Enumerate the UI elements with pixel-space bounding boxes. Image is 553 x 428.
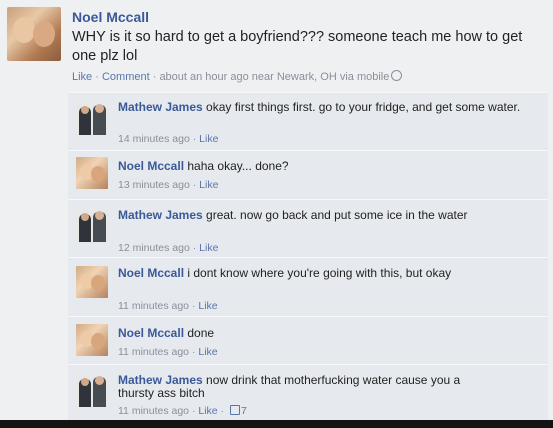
avatar-face	[13, 17, 35, 43]
comment-body: Noel Mccall haha okay... done?	[118, 160, 538, 173]
meta-separator: ·	[217, 405, 227, 417]
facebook-post-screenshot: Noel Mccall WHY is it so hard to get a b…	[0, 0, 553, 420]
comment-body: Mathew James okay first things first. go…	[118, 101, 538, 114]
like-count[interactable]: 7	[241, 405, 247, 417]
comment-timestamp: 11 minutes ago	[118, 405, 190, 417]
comment-like-link[interactable]: Like	[198, 300, 217, 312]
avatar-face	[33, 21, 55, 47]
comment: Noel Mccall done 11 minutes ago · Like	[68, 316, 548, 365]
meta-separator: ·	[149, 71, 160, 83]
comment-meta: 12 minutes ago · Like	[118, 242, 218, 254]
comment-body: Mathew James now drink that motherfuckin…	[118, 374, 478, 400]
meta-separator: ·	[189, 179, 200, 191]
comment-text: done	[184, 326, 215, 340]
comment-body: Noel Mccall done	[118, 327, 538, 340]
noel-mccall-avatar[interactable]	[7, 7, 61, 61]
comment-timestamp: 11 minutes ago	[118, 300, 190, 312]
comment-timestamp: 14 minutes ago	[118, 133, 190, 145]
comment-author-link[interactable]: Mathew James	[118, 373, 203, 387]
globe-icon	[391, 70, 403, 81]
post-comment-link[interactable]: Comment	[102, 71, 150, 83]
comment: Noel Mccall haha okay... done? 13 minute…	[68, 150, 548, 200]
post-like-link[interactable]: Like	[72, 71, 92, 83]
post-author-link[interactable]: Noel Mccall	[72, 9, 149, 25]
mathew-james-avatar[interactable]	[76, 375, 108, 407]
comment-author-link[interactable]: Noel Mccall	[118, 266, 184, 280]
avatar-face	[91, 333, 105, 349]
meta-separator: ·	[189, 405, 199, 417]
comment-like-link[interactable]: Like	[199, 179, 218, 191]
comment-text: okay first things first. go to your frid…	[202, 100, 521, 114]
comment: Mathew James great. now go back and put …	[68, 199, 548, 258]
comment-author-link[interactable]: Mathew James	[118, 208, 203, 222]
comment-timestamp: 13 minutes ago	[118, 179, 190, 191]
noel-mccall-avatar[interactable]	[76, 324, 108, 356]
mathew-james-avatar[interactable]	[76, 103, 108, 135]
comment-author-link[interactable]: Noel Mccall	[118, 326, 184, 340]
comment-body: Mathew James great. now go back and put …	[118, 209, 488, 222]
comment-like-link[interactable]: Like	[199, 133, 218, 145]
bottom-border	[0, 420, 553, 428]
comment-text: haha okay... done?	[184, 159, 289, 173]
meta-separator: ·	[189, 133, 200, 145]
noel-mccall-avatar[interactable]	[76, 157, 108, 189]
comment: Mathew James okay first things first. go…	[68, 92, 548, 151]
noel-mccall-avatar[interactable]	[76, 266, 108, 298]
mathew-james-avatar[interactable]	[76, 210, 108, 242]
comment-meta: 11 minutes ago · Like	[118, 300, 218, 312]
comment-thread: Mathew James okay first things first. go…	[68, 92, 548, 420]
comment-body: Noel Mccall i dont know where you're goi…	[118, 267, 538, 280]
comment-like-link[interactable]: Like	[198, 405, 217, 417]
post-text: WHY is it so hard to get a boyfriend??? …	[72, 29, 523, 64]
thumbs-up-icon[interactable]	[229, 405, 240, 415]
meta-separator: ·	[189, 300, 199, 312]
avatar-figure	[81, 213, 89, 221]
meta-separator: ·	[92, 71, 102, 83]
comment-author-link[interactable]: Mathew James	[118, 100, 203, 114]
comment-text: i dont know where you're going with this…	[184, 266, 452, 280]
avatar-figure	[81, 378, 89, 386]
avatar-face	[91, 166, 105, 182]
comment-author-link[interactable]: Noel Mccall	[118, 159, 184, 173]
comment-timestamp: 11 minutes ago	[118, 346, 190, 358]
comment: Noel Mccall i dont know where you're goi…	[68, 257, 548, 317]
comment-like-link[interactable]: Like	[198, 346, 217, 358]
comment: Mathew James now drink that motherfuckin…	[68, 364, 548, 420]
post-meta: Like · Comment · about an hour ago near …	[72, 70, 403, 83]
avatar-figure	[95, 104, 104, 113]
comment-meta: 13 minutes ago · Like	[118, 179, 218, 191]
avatar-figure	[95, 376, 104, 385]
meta-separator: ·	[189, 242, 200, 254]
status-post: Noel Mccall WHY is it so hard to get a b…	[0, 0, 553, 92]
meta-separator: ·	[189, 346, 199, 358]
comment-text: great. now go back and put some ice in t…	[202, 208, 468, 222]
avatar-figure	[95, 211, 104, 220]
comment-meta: 11 minutes ago · Like	[118, 346, 218, 358]
comment-meta: 14 minutes ago · Like	[118, 133, 218, 145]
comment-meta: 11 minutes ago · Like · 7	[118, 405, 247, 417]
avatar-face	[91, 275, 105, 291]
comment-timestamp: 12 minutes ago	[118, 242, 190, 254]
post-timestamp: about an hour ago near Newark, OH via mo…	[159, 71, 390, 83]
avatar-figure	[81, 106, 89, 114]
comment-like-link[interactable]: Like	[199, 242, 218, 254]
